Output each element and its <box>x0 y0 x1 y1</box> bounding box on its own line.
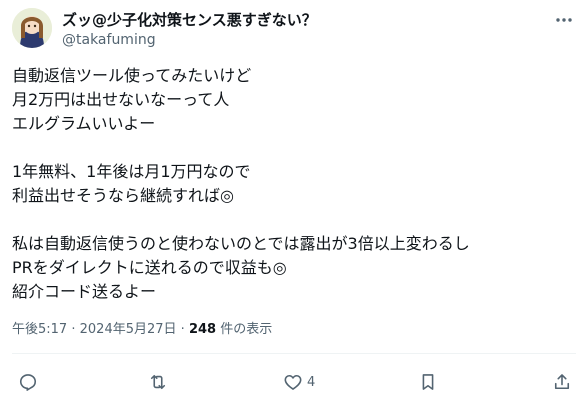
meta-separator: · <box>71 322 76 337</box>
views-count: 248 <box>188 322 217 337</box>
tweet-time[interactable]: 午後5:17 <box>12 322 67 337</box>
meta-separator: · <box>180 322 185 337</box>
tweet-line: 1年無料、1年後は月1万円なので <box>12 162 251 181</box>
retweet-button[interactable] <box>148 368 172 396</box>
retweet-icon <box>150 374 166 390</box>
reply-icon <box>19 374 37 391</box>
tweet-line: PRをダイレクトに送れるので収益も◎ <box>12 258 287 277</box>
bookmark-button[interactable] <box>418 368 438 396</box>
display-name[interactable]: ズッ@少子化対策センス悪すぎない？ <box>62 10 317 30</box>
tweet-line: エルグラムいいよー <box>12 114 156 133</box>
avatar[interactable] <box>12 8 52 48</box>
author-names: ズッ@少子化対策センス悪すぎない？ @takafuming <box>62 10 317 50</box>
like-button[interactable]: 4 <box>283 368 315 396</box>
tweet-text: 自動返信ツール使ってみたいけど 月2万円は出せないなーって人 エルグラムいいよー… <box>12 64 576 304</box>
like-icon <box>284 374 302 390</box>
tweet-header: ズッ@少子化対策センス悪すぎない？ @takafuming <box>12 8 576 52</box>
tweet-line: 私は自動返信使うのと使わないのとでは露出が3倍以上変わるし <box>12 234 470 253</box>
action-bar: 4 <box>0 368 588 396</box>
bookmark-icon <box>422 374 434 390</box>
tweet-line: 利益出せそうなら継続すれば◎ <box>12 186 234 205</box>
views-label: 件の表示 <box>220 322 273 337</box>
tweet-line: 紹介コード送るよー <box>12 282 157 301</box>
tweet-meta: 午後5:17 · 2024年5月27日 · 248 件の表示 <box>12 320 272 340</box>
tweet-line: 月2万円は出せないなーって人 <box>12 90 230 109</box>
divider <box>12 353 576 354</box>
more-icon[interactable] <box>554 10 574 30</box>
share-button[interactable] <box>552 368 572 396</box>
share-icon <box>554 374 570 390</box>
tweet-line: 自動返信ツール使ってみたいけど <box>12 66 252 85</box>
tweet-date[interactable]: 2024年5月27日 <box>80 322 177 337</box>
user-handle[interactable]: @takafuming <box>62 30 317 50</box>
like-count: 4 <box>307 374 316 390</box>
reply-button[interactable] <box>18 368 42 396</box>
